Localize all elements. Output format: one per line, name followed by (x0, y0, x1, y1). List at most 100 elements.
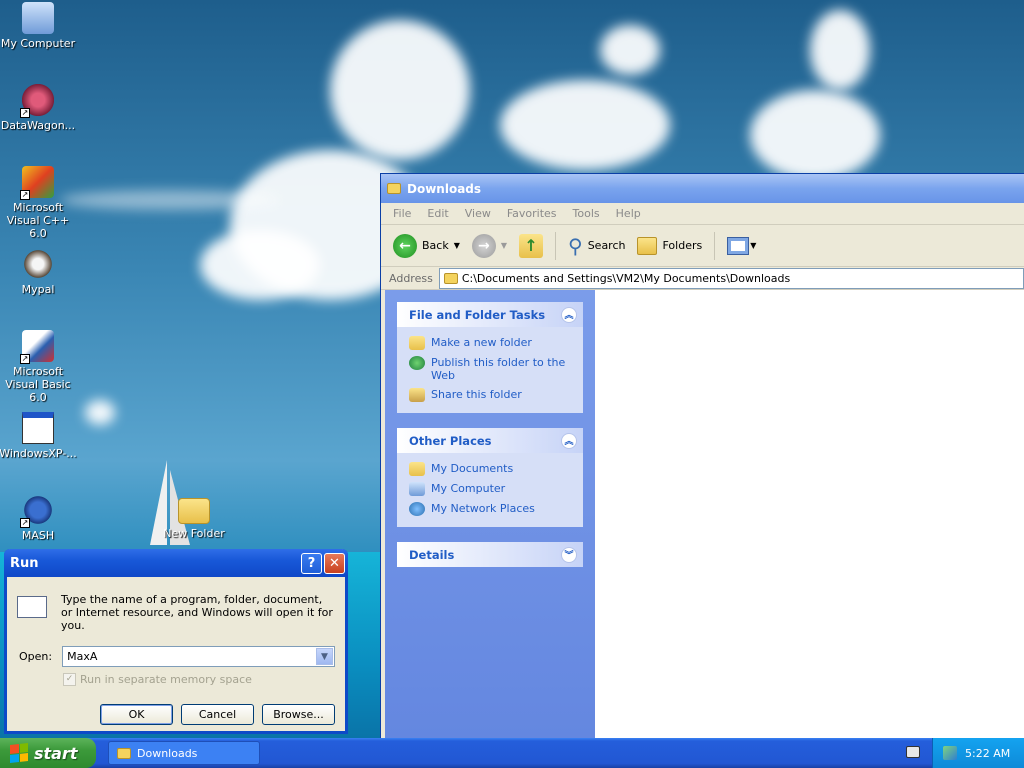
desktop-icon-mash[interactable]: ↗ MASH (0, 494, 78, 542)
wallpaper-cloud (60, 190, 280, 210)
file-folder-tasks-header[interactable]: File and Folder Tasks ︽ (397, 302, 583, 327)
back-button[interactable]: ← Back ▼ (389, 232, 464, 260)
address-bar: Address C:\Documents and Settings\VM2\My… (381, 267, 1024, 290)
place-my-computer[interactable]: My Computer (409, 479, 575, 499)
open-combobox[interactable]: MaxA ▼ (62, 646, 335, 667)
menu-edit[interactable]: Edit (419, 207, 456, 220)
details-panel: Details ︾ (397, 542, 583, 567)
task-label: Publish this folder to the Web (431, 356, 566, 382)
desktop-icon-visual-cpp[interactable]: ↗ Microsoft Visual C++ 6.0 (0, 166, 78, 240)
desktop-icon-label: My Computer (0, 37, 76, 50)
clock[interactable]: 5:22 AM (965, 747, 1010, 760)
back-label: Back (422, 239, 449, 252)
place-label: My Computer (431, 482, 506, 495)
folders-button[interactable]: Folders (633, 235, 706, 257)
folder-icon (117, 747, 131, 759)
up-folder-button[interactable]: ↑ (515, 232, 547, 260)
keyboard-icon[interactable] (906, 746, 920, 758)
dialog-title: Run (10, 555, 39, 571)
desktop-icon-datawagon[interactable]: ↗ DataWagon... (0, 84, 78, 132)
desktop-icon-label: Microsoft Visual C++ 6.0 (6, 201, 70, 240)
chevron-down-icon[interactable]: ▼ (316, 648, 333, 665)
explorer-titlebar[interactable]: Downloads (381, 174, 1024, 203)
wallpaper-cloud (200, 230, 320, 300)
folders-label: Folders (662, 239, 703, 252)
search-button[interactable]: ⚲ Search (564, 232, 629, 260)
desktop-icon-windowsxp[interactable]: WindowsXP-... (0, 412, 78, 460)
task-label: Make a new folder (431, 336, 532, 349)
expand-icon[interactable]: ︾ (561, 546, 577, 563)
task-share-folder[interactable]: Share this folder (409, 385, 575, 405)
place-my-network-places[interactable]: My Network Places (409, 499, 575, 519)
desktop-icon-mypal[interactable]: Mypal (0, 248, 78, 296)
shortcut-arrow-icon: ↗ (20, 518, 30, 528)
other-places-header[interactable]: Other Places ︽ (397, 428, 583, 453)
explorer-content: File and Folder Tasks ︽ Make a new folde… (385, 290, 1024, 739)
run-titlebar[interactable]: Run ? ✕ (4, 549, 348, 577)
desktop-icon-visual-basic[interactable]: ↗ Microsoft Visual Basic 6.0 (0, 330, 78, 404)
shortcut-arrow-icon: ↗ (20, 354, 30, 364)
task-publish-folder[interactable]: Publish this folder to the Web (409, 353, 575, 385)
toolbar-separator (714, 231, 716, 260)
close-button[interactable]: ✕ (324, 552, 345, 574)
taskbar-button-downloads[interactable]: Downloads (108, 741, 260, 765)
menu-favorites[interactable]: Favorites (499, 207, 565, 220)
window-title: Downloads (407, 181, 482, 196)
folder-icon (443, 272, 458, 284)
back-arrow-icon: ← (393, 233, 417, 258)
place-my-documents[interactable]: My Documents (409, 459, 575, 479)
details-header[interactable]: Details ︾ (397, 542, 583, 567)
datawagon-icon: ↗ (20, 84, 54, 118)
desktop-icon-label: Microsoft Visual Basic 6.0 (5, 365, 71, 404)
wallpaper-cloud (810, 10, 870, 90)
my-computer-icon (409, 482, 425, 496)
my-documents-icon (409, 462, 425, 476)
open-input-value[interactable]: MaxA (67, 650, 97, 663)
system-tray: 5:22 AM (932, 738, 1024, 768)
collapse-icon[interactable]: ︽ (561, 432, 577, 449)
desktop-icon-label: New Folder (163, 527, 225, 540)
browse-button[interactable]: Browse... (262, 704, 335, 725)
mypal-icon (22, 248, 54, 280)
share-folder-icon (409, 388, 425, 402)
help-button[interactable]: ? (301, 552, 322, 574)
forward-arrow-icon: → (471, 233, 496, 258)
menu-file[interactable]: File (385, 207, 419, 220)
desktop-icon-new-folder[interactable]: New Folder (154, 494, 234, 540)
panel-title: File and Folder Tasks (409, 307, 546, 322)
place-label: My Documents (431, 462, 514, 475)
address-input[interactable]: C:\Documents and Settings\VM2\My Documen… (438, 267, 1024, 289)
wallpaper-cloud (750, 90, 880, 180)
menu-help[interactable]: Help (608, 207, 649, 220)
up-arrow-icon: ↑ (519, 233, 544, 258)
wallpaper-cloud (600, 25, 660, 75)
mash-icon: ↗ (20, 494, 54, 528)
separate-memory-checkbox: ✓ (63, 673, 76, 686)
task-make-new-folder[interactable]: Make a new folder (409, 333, 575, 353)
window-file-icon (22, 412, 54, 444)
place-label: My Network Places (431, 502, 535, 515)
cancel-button[interactable]: Cancel (181, 704, 254, 725)
desktop-icon-my-computer[interactable]: My Computer (0, 2, 78, 50)
folder-icon (178, 498, 210, 524)
forward-button[interactable]: → ▼ (468, 232, 511, 260)
chevron-down-icon: ▼ (500, 241, 508, 250)
checkbox-label: Run in separate memory space (80, 673, 252, 686)
start-label: start (34, 743, 78, 763)
start-button[interactable]: start (0, 738, 96, 768)
desktop-icon-label: Mypal (21, 283, 55, 296)
views-button[interactable]: ▼ (723, 235, 760, 257)
file-list-view[interactable] (595, 290, 1024, 739)
folders-icon (637, 236, 658, 255)
search-icon: ⚲ (568, 233, 583, 258)
desktop-icon-label: WindowsXP-... (0, 447, 77, 460)
desktop-icon-label: DataWagon... (0, 119, 76, 132)
menu-view[interactable]: View (457, 207, 499, 220)
open-label: Open: (19, 650, 53, 663)
chevron-down-icon[interactable]: ▼ (454, 241, 460, 250)
ok-button[interactable]: OK (100, 704, 173, 725)
task-pane: File and Folder Tasks ︽ Make a new folde… (385, 290, 595, 739)
menu-tools[interactable]: Tools (565, 207, 608, 220)
collapse-icon[interactable]: ︽ (561, 306, 577, 323)
network-tray-icon[interactable] (943, 746, 957, 760)
